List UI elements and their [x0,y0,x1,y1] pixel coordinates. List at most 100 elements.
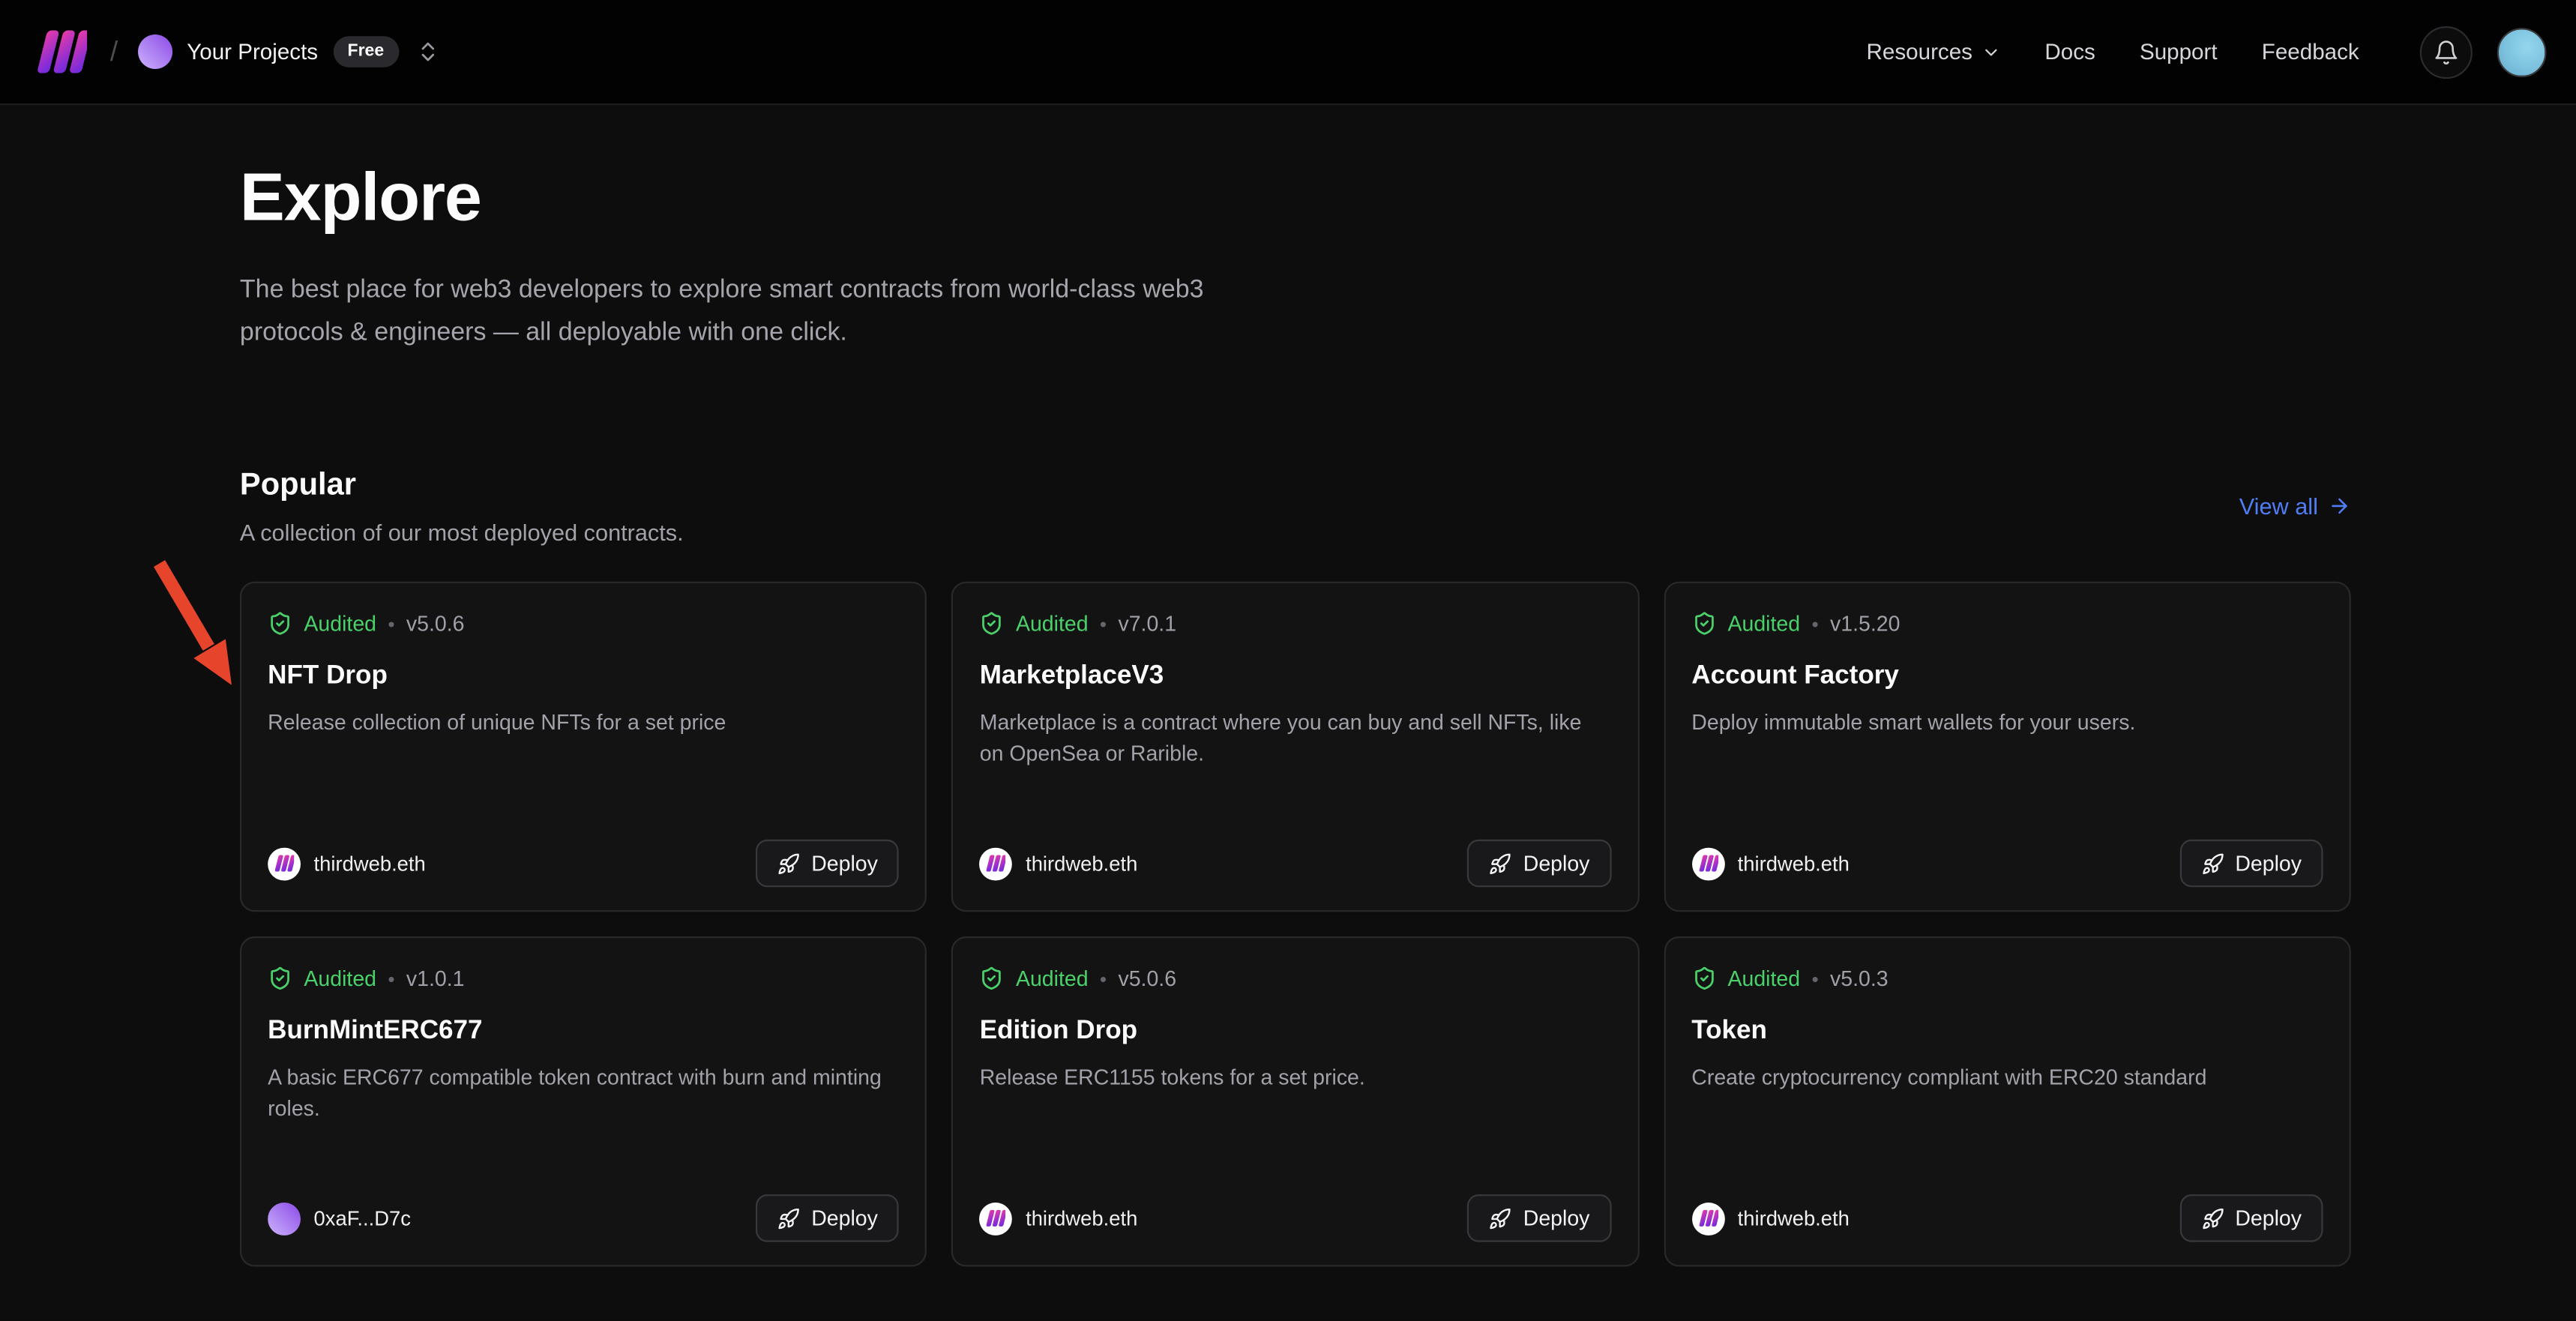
rocket-icon [1489,852,1512,875]
card-description: Deploy immutable smart wallets for your … [1691,706,2323,738]
top-nav-links: Resources Docs Support Feedback [1867,25,2547,78]
card-title: Account Factory [1691,662,2323,691]
card-footer: thirdweb.eth Deploy [980,840,1611,888]
card-badge-row: Audited • v1.5.20 [1691,611,2323,636]
user-avatar[interactable] [2497,27,2547,76]
deploy-button[interactable]: Deploy [2179,1194,2323,1242]
popular-subtitle: A collection of our most deployed contra… [240,519,684,545]
publisher-name: thirdweb.eth [1026,1207,1137,1230]
card-description: Release collection of unique NFTs for a … [268,706,899,738]
nav-support[interactable]: Support [2140,40,2218,64]
shield-check-icon [980,611,1005,636]
contract-card[interactable]: Audited • v5.0.3 Token Create cryptocurr… [1664,936,2351,1266]
publisher-link[interactable]: thirdweb.eth [980,847,1138,880]
publisher-link[interactable]: thirdweb.eth [1691,847,1850,880]
deploy-button-label: Deploy [2235,1206,2302,1230]
card-badge-row: Audited • v1.0.1 [268,966,899,990]
dot-separator: • [388,613,394,633]
nav-feedback[interactable]: Feedback [2262,40,2359,64]
deploy-button-label: Deploy [811,851,878,876]
explore-page: / Your Projects Free Resources Docs Supp… [0,0,2576,1321]
card-description: A basic ERC677 compatible token contract… [268,1062,899,1124]
nav-resources-label: Resources [1867,40,1972,64]
thirdweb-mini-logo-icon [986,854,1005,872]
shield-check-icon [268,966,292,990]
card-footer: thirdweb.eth Deploy [1691,1194,2323,1242]
card-description: Create cryptocurrency compliant with ERC… [1691,1062,2323,1093]
view-all-label: View all [2239,493,2318,519]
dot-separator: • [1811,613,1818,633]
publisher-avatar-thirdweb [1691,847,1724,880]
team-name-link[interactable]: Your Projects [187,40,318,64]
publisher-name: thirdweb.eth [314,852,426,875]
version-label: v5.0.3 [1830,966,1889,990]
card-title: NFT Drop [268,662,899,691]
shield-check-icon [980,966,1005,990]
dot-separator: • [1100,613,1107,633]
deploy-button-label: Deploy [1523,851,1590,876]
shield-check-icon [268,611,292,636]
chevron-down-icon [1981,42,2000,61]
top-navigation-bar: / Your Projects Free Resources Docs Supp… [0,0,2576,105]
page-description: The best place for web3 developers to ex… [240,269,1299,355]
audited-label: Audited [1016,966,1089,990]
breadcrumb: / Your Projects Free [36,29,443,73]
deploy-button[interactable]: Deploy [756,840,900,888]
card-badge-row: Audited • v5.0.3 [1691,966,2323,990]
project-switcher-button[interactable] [412,36,443,67]
publisher-link[interactable]: thirdweb.eth [980,1202,1138,1235]
publisher-name: thirdweb.eth [1738,852,1850,875]
thirdweb-mini-logo-icon [986,1209,1005,1227]
contract-card[interactable]: Audited • v5.0.6 Edition Drop Release ER… [951,936,1639,1266]
breadcrumb-separator: / [110,35,118,68]
view-all-link[interactable]: View all [2239,493,2351,519]
contract-card[interactable]: Audited • v5.0.6 NFT Drop Release collec… [240,582,927,912]
contract-card[interactable]: Audited • v7.0.1 MarketplaceV3 Marketpla… [951,582,1639,912]
card-title: Edition Drop [980,1017,1611,1046]
contract-card[interactable]: Audited • v1.5.20 Account Factory Deploy… [1664,582,2351,912]
audited-label: Audited [1727,611,1800,636]
deploy-button[interactable]: Deploy [2179,840,2323,888]
deploy-button-label: Deploy [2235,851,2302,876]
notifications-button[interactable] [2420,25,2473,78]
popular-title: Popular [240,469,684,505]
rocket-icon [1489,1207,1512,1230]
shield-check-icon [1691,966,1716,990]
dot-separator: • [1100,969,1107,988]
card-badge-row: Audited • v5.0.6 [980,966,1611,990]
card-footer: thirdweb.eth Deploy [1691,840,2323,888]
shield-check-icon [1691,611,1716,636]
deploy-button[interactable]: Deploy [1467,840,1611,888]
card-title: BurnMintERC677 [268,1017,899,1046]
card-footer: thirdweb.eth Deploy [980,1194,1611,1242]
thirdweb-logo[interactable] [36,29,87,73]
version-label: v5.0.6 [1118,966,1176,990]
thirdweb-mini-logo-icon [1698,1209,1718,1227]
deploy-button[interactable]: Deploy [756,1194,900,1242]
card-footer: 0xaF...D7c Deploy [268,1194,899,1242]
nav-resources[interactable]: Resources [1867,40,2001,64]
project-avatar[interactable] [137,34,172,69]
publisher-name: thirdweb.eth [1026,852,1137,875]
nav-docs[interactable]: Docs [2044,40,2095,64]
dot-separator: • [388,969,394,988]
card-description: Marketplace is a contract where you can … [980,706,1611,768]
deploy-button-label: Deploy [811,1206,878,1230]
version-label: v5.0.6 [406,611,465,636]
audited-label: Audited [1727,966,1800,990]
publisher-link[interactable]: thirdweb.eth [268,847,426,880]
cards-grid: Audited • v5.0.6 NFT Drop Release collec… [240,582,2351,1267]
publisher-avatar-purple [268,1202,301,1235]
thirdweb-mini-logo-icon [1698,854,1718,872]
main-content: Explore The best place for web3 develope… [0,105,2351,1266]
contract-card[interactable]: Audited • v1.0.1 BurnMintERC677 A basic … [240,936,927,1266]
version-label: v1.0.1 [406,966,465,990]
publisher-link[interactable]: 0xaF...D7c [268,1202,411,1235]
card-footer: thirdweb.eth Deploy [268,840,899,888]
publisher-link[interactable]: thirdweb.eth [1691,1202,1850,1235]
rocket-icon [2200,1207,2224,1230]
card-description: Release ERC1155 tokens for a set price. [980,1062,1611,1093]
thirdweb-logo-icon [36,29,87,73]
deploy-button[interactable]: Deploy [1467,1194,1611,1242]
publisher-name: thirdweb.eth [1738,1207,1850,1230]
